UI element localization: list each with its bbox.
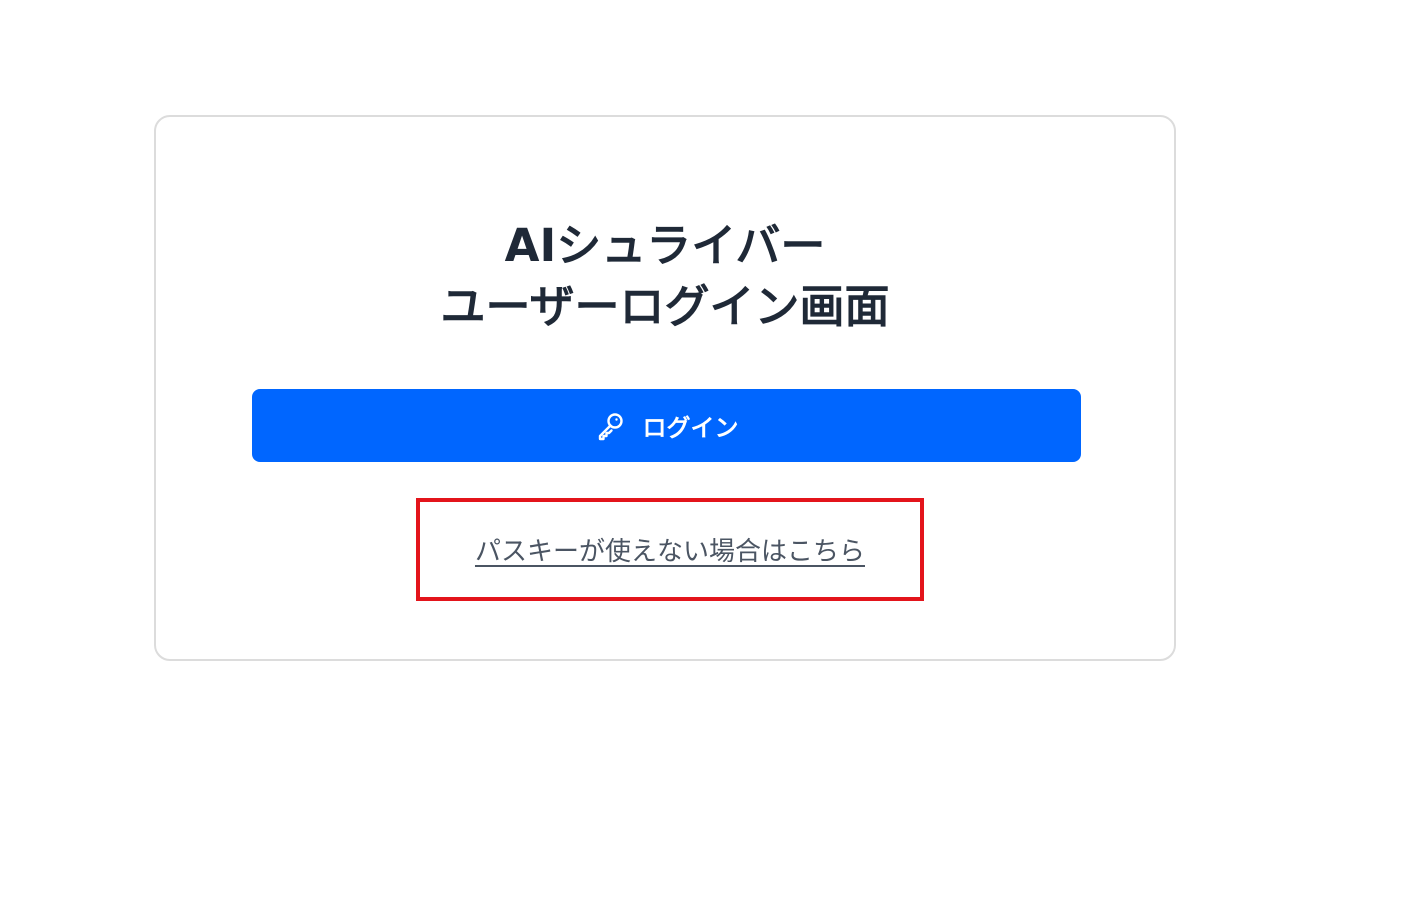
highlight-box: パスキーが使えない場合はこちら [416,498,924,601]
login-button-label: ログイン [642,414,739,442]
login-button[interactable]: ログイン [252,389,1081,462]
passkey-fallback-link[interactable]: パスキーが使えない場合はこちら [420,502,920,597]
page-title: AIシュライバー ユーザーログイン画面 [156,215,1174,337]
page-title-line-2: ユーザーログイン画面 [440,280,890,333]
key-icon [595,410,627,442]
page-title-line-1: AIシュライバー [504,219,826,272]
login-card: AIシュライバー ユーザーログイン画面 ログイン パスキーが使えない場合はこちら [154,115,1176,661]
